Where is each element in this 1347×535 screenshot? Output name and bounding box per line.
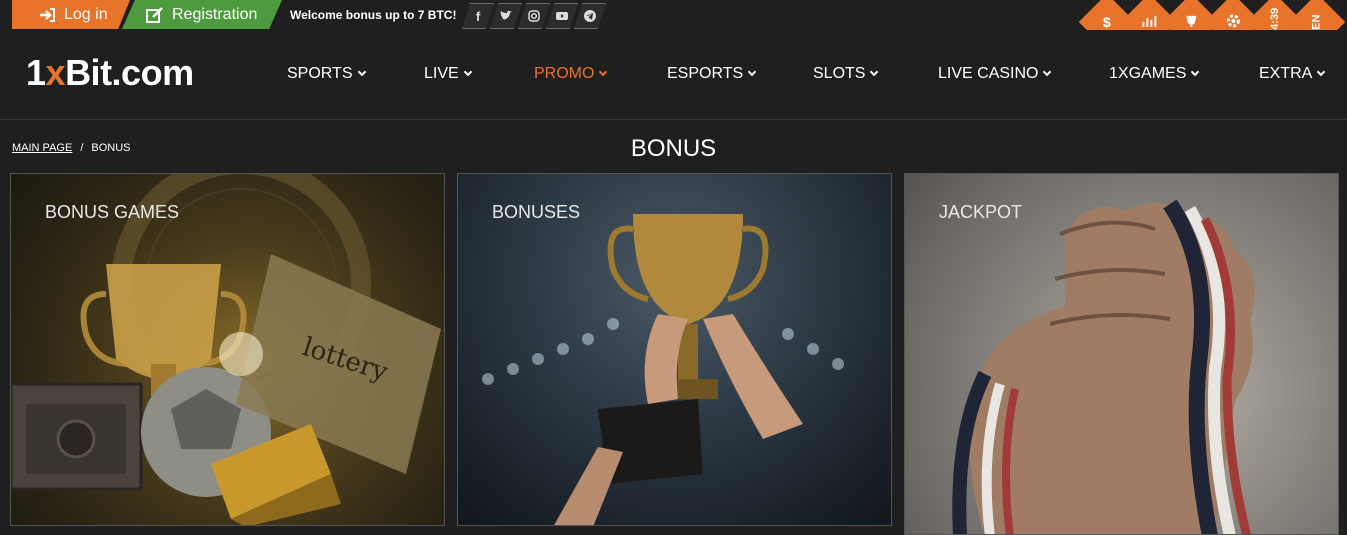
nav-extra-label: EXTRA: [1259, 65, 1313, 82]
login-icon: [38, 7, 56, 23]
chevron-down-icon: [463, 67, 472, 77]
chevron-down-icon: [1043, 67, 1052, 77]
nav-extra[interactable]: EXTRA: [1259, 65, 1329, 83]
chevron-down-icon: [357, 67, 366, 77]
login-label: Log in: [64, 5, 108, 23]
card-title: BONUS GAMES: [45, 202, 180, 222]
card-title: JACKPOT: [939, 202, 1023, 222]
twitter-icon[interactable]: [490, 3, 522, 29]
logo-prefix: 1: [26, 52, 46, 93]
nav-1xgames[interactable]: 1XGAMES: [1109, 65, 1259, 83]
registration-button[interactable]: Registration: [122, 0, 282, 29]
card-title: BONUSES: [492, 202, 581, 222]
site-logo[interactable]: 1xBit.com: [26, 52, 194, 94]
telegram-icon[interactable]: [574, 3, 606, 29]
bonuses-image: [482, 214, 844, 525]
nav-sports-label: SPORTS: [287, 65, 353, 82]
logo-suffix: Bit.com: [65, 52, 194, 93]
nav-slots-label: SLOTS: [813, 65, 866, 82]
nav-live[interactable]: LIVE: [424, 65, 534, 83]
nav-1xgames-label: 1XGAMES: [1109, 65, 1187, 82]
bonus-games-image: lottery: [11, 174, 441, 525]
edit-icon: [146, 6, 164, 23]
logo-x: x: [45, 52, 66, 93]
nav-sports[interactable]: SPORTS: [287, 65, 424, 83]
card-bonus-games[interactable]: BONUS GAMES lottery: [10, 173, 445, 526]
main-nav: SPORTS LIVE PROMO ESPORTS SLOTS LIVE CAS…: [287, 65, 1329, 83]
promo-text: Welcome bonus up to 7 BTC!: [290, 8, 457, 22]
card-jackpot[interactable]: JACKPOT: [904, 173, 1339, 535]
nav-live-casino-label: LIVE CASINO: [938, 65, 1039, 82]
chevron-down-icon: [747, 67, 757, 77]
instagram-icon[interactable]: [518, 3, 550, 29]
nav-esports-label: ESPORTS: [667, 65, 744, 82]
top-bar: Log in Registration Welcome bonus up to …: [0, 0, 1347, 51]
nav-live-label: LIVE: [424, 65, 459, 82]
nav-promo[interactable]: PROMO: [534, 65, 667, 83]
language-label: EN: [1311, 14, 1323, 30]
nav-esports[interactable]: ESPORTS: [667, 65, 813, 83]
page-title: BONUS: [630, 135, 717, 162]
youtube-icon[interactable]: [546, 3, 578, 29]
card-bonuses[interactable]: BONUSES: [457, 173, 892, 526]
facebook-icon[interactable]: f: [462, 3, 494, 29]
chevron-down-icon: [599, 67, 608, 77]
chevron-down-icon: [1191, 67, 1200, 77]
nav-promo-label: PROMO: [534, 65, 595, 82]
chevron-down-icon: [1317, 67, 1326, 77]
login-button[interactable]: Log in: [12, 0, 130, 29]
social-links: f: [462, 3, 606, 29]
registration-label: Registration: [172, 5, 258, 23]
nav-live-casino[interactable]: LIVE CASINO: [938, 65, 1109, 83]
nav-slots[interactable]: SLOTS: [813, 65, 938, 83]
main-header: 1xBit.com SPORTS LIVE PROMO ESPORTS SLOT…: [0, 30, 1347, 120]
jackpot-image: [952, 199, 1255, 534]
chevron-down-icon: [870, 67, 879, 77]
